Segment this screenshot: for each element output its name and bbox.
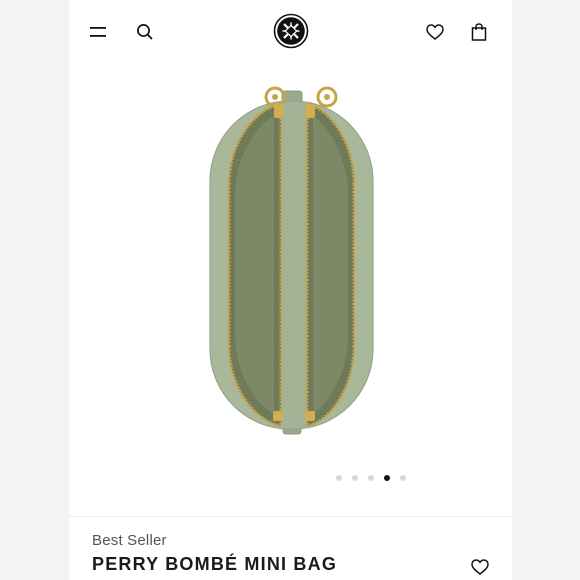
app-frame: Best Seller PERRY BOMBÉ MINI BAG (69, 0, 512, 580)
shopping-bag-button[interactable] (463, 16, 495, 48)
gallery-pagination (69, 475, 512, 481)
double-t-logo-icon (273, 13, 309, 49)
gallery-dot[interactable] (335, 475, 342, 481)
search-icon (137, 24, 153, 40)
shopping-bag-icon (471, 23, 487, 41)
hamburger-menu-icon (90, 27, 106, 37)
product-info: Best Seller PERRY BOMBÉ MINI BAG (69, 517, 512, 580)
brand-logo[interactable] (273, 13, 309, 49)
product-name: PERRY BOMBÉ MINI BAG (92, 554, 338, 574)
heart-outline-icon (471, 559, 489, 575)
best-seller-badge: Best Seller (92, 532, 167, 549)
wishlist-button[interactable] (419, 16, 451, 48)
gallery-dot[interactable] (399, 475, 406, 481)
search-button[interactable] (129, 16, 161, 48)
top-navigation-bar (69, 0, 512, 65)
menu-button[interactable] (83, 16, 115, 48)
product-image (209, 86, 374, 435)
add-to-wishlist-button[interactable] (466, 553, 494, 580)
gallery-dot[interactable] (367, 475, 374, 481)
gallery-dot[interactable] (351, 475, 358, 481)
product-image-gallery[interactable] (69, 64, 512, 516)
heart-outline-icon (426, 24, 444, 40)
gallery-dot-active[interactable] (383, 475, 390, 481)
